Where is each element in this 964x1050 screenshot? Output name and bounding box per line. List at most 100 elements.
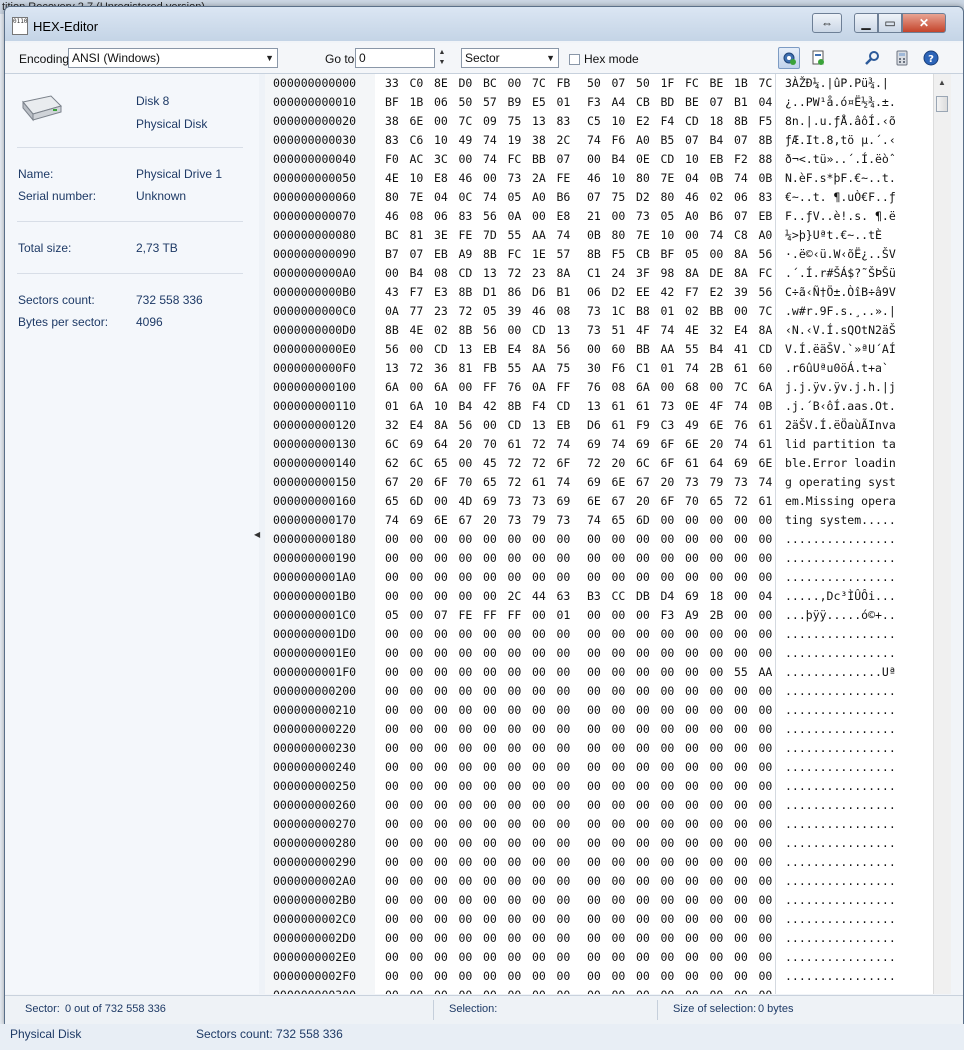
- hex-byte[interactable]: 50: [459, 95, 473, 109]
- hex-byte[interactable]: 00: [385, 912, 399, 926]
- hex-byte[interactable]: 00: [557, 722, 571, 736]
- hex-byte[interactable]: FF: [557, 380, 571, 394]
- hex-byte[interactable]: 07: [612, 76, 626, 90]
- hex-byte[interactable]: 51: [612, 323, 626, 337]
- hex-byte[interactable]: 73: [508, 171, 522, 185]
- hex-byte[interactable]: 00: [410, 798, 424, 812]
- hex-byte[interactable]: 00: [483, 722, 497, 736]
- hex-byte[interactable]: AA: [532, 228, 546, 242]
- hex-byte[interactable]: 00: [587, 342, 601, 356]
- hex-row[interactable]: 000000000040 F0 AC 3C 00 74 FC BB 07 00 B4 0E CD 10 EB…: [265, 150, 933, 169]
- hex-byte[interactable]: 00: [734, 722, 748, 736]
- hex-byte[interactable]: 8B: [587, 247, 601, 261]
- hex-byte[interactable]: 00: [410, 855, 424, 869]
- hex-byte[interactable]: 05: [685, 247, 699, 261]
- hex-byte[interactable]: 6F: [557, 456, 571, 470]
- row-ascii[interactable]: ..............Uª: [785, 665, 896, 679]
- hex-row[interactable]: 0000000001D0 00 00 00 00 00 00 00 00 00 00 00 00 00 00…: [265, 625, 933, 644]
- hex-byte[interactable]: B1: [734, 95, 748, 109]
- hex-byte[interactable]: 00: [636, 760, 650, 774]
- hex-byte[interactable]: 6E: [410, 114, 424, 128]
- hex-byte[interactable]: FF: [508, 608, 522, 622]
- hex-byte[interactable]: 72: [508, 266, 522, 280]
- hex-byte[interactable]: 02: [710, 190, 724, 204]
- hex-byte[interactable]: 00: [532, 608, 546, 622]
- hex-byte[interactable]: 79: [532, 513, 546, 527]
- hex-byte[interactable]: 00: [734, 874, 748, 888]
- hex-byte[interactable]: 00: [661, 874, 675, 888]
- hex-byte[interactable]: 00: [587, 551, 601, 565]
- hex-row[interactable]: 000000000150 67 20 6F 70 65 72 61 74 69 6E 67 20 73 79…: [265, 473, 933, 492]
- hex-byte[interactable]: 00: [636, 665, 650, 679]
- hex-byte[interactable]: 73: [532, 494, 546, 508]
- goto-stepper[interactable]: ▲ ▼: [436, 48, 448, 68]
- hex-byte[interactable]: 00: [661, 532, 675, 546]
- hex-byte[interactable]: 10: [685, 152, 699, 166]
- hex-byte[interactable]: C0: [410, 76, 424, 90]
- hex-byte[interactable]: 8A: [532, 342, 546, 356]
- hex-byte[interactable]: 00: [410, 380, 424, 394]
- hex-byte[interactable]: 73: [508, 494, 522, 508]
- hex-byte[interactable]: 6F: [434, 475, 448, 489]
- hex-row[interactable]: 000000000140 62 6C 65 00 45 72 72 6F 72 20 6C 6F 61 64…: [265, 454, 933, 473]
- hex-byte[interactable]: 6E: [612, 475, 626, 489]
- hex-byte[interactable]: F0: [385, 152, 399, 166]
- hex-byte[interactable]: 75: [557, 361, 571, 375]
- hex-byte[interactable]: 6F: [661, 456, 675, 470]
- hex-byte[interactable]: 07: [557, 152, 571, 166]
- hex-byte[interactable]: 00: [710, 513, 724, 527]
- hex-byte[interactable]: 00: [557, 570, 571, 584]
- hex-byte[interactable]: 00: [710, 532, 724, 546]
- hex-byte[interactable]: 00: [636, 817, 650, 831]
- hex-byte[interactable]: 74: [612, 437, 626, 451]
- hex-byte[interactable]: 00: [410, 741, 424, 755]
- hex-byte[interactable]: AA: [532, 361, 546, 375]
- hex-byte[interactable]: 00: [734, 969, 748, 983]
- hex-byte[interactable]: 23: [434, 304, 448, 318]
- hex-byte[interactable]: 72: [532, 437, 546, 451]
- hex-byte[interactable]: 00: [508, 874, 522, 888]
- hex-byte[interactable]: 00: [587, 817, 601, 831]
- hex-byte[interactable]: 00: [508, 741, 522, 755]
- hex-byte[interactable]: 04: [759, 95, 773, 109]
- hex-byte[interactable]: 00: [685, 779, 699, 793]
- hex-byte[interactable]: 00: [636, 779, 650, 793]
- hex-byte[interactable]: 00: [587, 646, 601, 660]
- hex-byte[interactable]: 00: [661, 912, 675, 926]
- hex-byte[interactable]: CD: [532, 323, 546, 337]
- hex-byte[interactable]: 61: [636, 399, 650, 413]
- hex-byte[interactable]: 00: [636, 608, 650, 622]
- hex-byte[interactable]: 7C: [532, 76, 546, 90]
- hex-byte[interactable]: EE: [636, 285, 650, 299]
- hex-byte[interactable]: 00: [685, 627, 699, 641]
- row-ascii[interactable]: ................: [785, 532, 896, 546]
- hex-byte[interactable]: 23: [532, 266, 546, 280]
- hex-byte[interactable]: 74: [734, 171, 748, 185]
- hex-byte[interactable]: EB: [557, 418, 571, 432]
- hex-byte[interactable]: 0B: [759, 171, 773, 185]
- hex-byte[interactable]: 00: [734, 817, 748, 831]
- hex-byte[interactable]: 00: [385, 798, 399, 812]
- hex-byte[interactable]: 00: [385, 855, 399, 869]
- hex-byte[interactable]: 00: [532, 570, 546, 584]
- hex-row[interactable]: 000000000180 00 00 00 00 00 00 00 00 00 00 00 00 00 00…: [265, 530, 933, 549]
- hex-byte[interactable]: 00: [410, 988, 424, 994]
- hex-byte[interactable]: 08: [612, 380, 626, 394]
- hex-byte[interactable]: 7C: [734, 380, 748, 394]
- hex-byte[interactable]: 02: [434, 323, 448, 337]
- hex-byte[interactable]: 8A: [434, 418, 448, 432]
- hex-byte[interactable]: 20: [483, 513, 497, 527]
- hex-byte[interactable]: 00: [557, 741, 571, 755]
- hex-byte[interactable]: 69: [636, 437, 650, 451]
- hex-byte[interactable]: 00: [587, 931, 601, 945]
- hex-byte[interactable]: 3C: [434, 152, 448, 166]
- hex-byte[interactable]: 00: [612, 722, 626, 736]
- hex-byte[interactable]: 00: [532, 532, 546, 546]
- hex-byte[interactable]: C3: [661, 418, 675, 432]
- hex-byte[interactable]: 00: [557, 703, 571, 717]
- hex-byte[interactable]: 10: [410, 171, 424, 185]
- hex-byte[interactable]: 1B: [410, 95, 424, 109]
- hex-byte[interactable]: 67: [385, 475, 399, 489]
- row-ascii[interactable]: j.j.ÿv.ÿv.j.h.|j: [785, 380, 896, 394]
- hex-byte[interactable]: A0: [532, 190, 546, 204]
